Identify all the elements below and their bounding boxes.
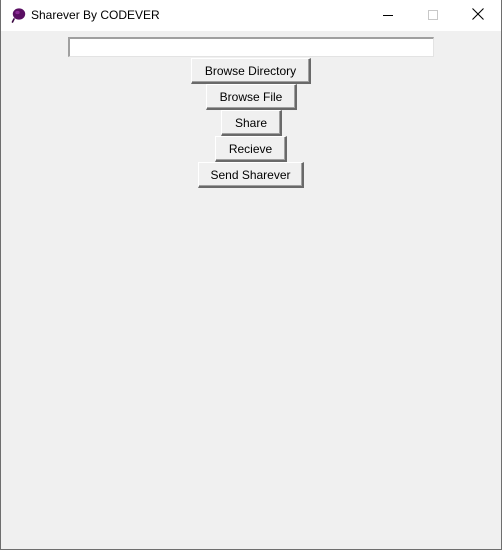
client-area: Browse Directory Browse File Share Recie… bbox=[1, 31, 501, 549]
path-input[interactable] bbox=[68, 37, 434, 57]
browse-file-button[interactable]: Browse File bbox=[206, 84, 297, 110]
close-icon bbox=[472, 7, 484, 25]
send-sharever-button[interactable]: Send Sharever bbox=[198, 162, 304, 188]
app-feather-icon bbox=[11, 7, 27, 23]
browse-directory-button[interactable]: Browse Directory bbox=[191, 58, 311, 84]
app-window: Sharever By CODEVER Browse Directory Bro… bbox=[0, 0, 502, 550]
maximize-icon bbox=[428, 7, 438, 25]
maximize-button[interactable] bbox=[410, 0, 456, 31]
window-title: Sharever By CODEVER bbox=[31, 8, 160, 22]
minimize-icon bbox=[383, 7, 393, 25]
recieve-button[interactable]: Recieve bbox=[215, 136, 287, 162]
share-button[interactable]: Share bbox=[221, 110, 282, 136]
minimize-button[interactable] bbox=[365, 0, 411, 31]
title-bar[interactable]: Sharever By CODEVER bbox=[1, 0, 501, 31]
close-button[interactable] bbox=[455, 0, 501, 31]
